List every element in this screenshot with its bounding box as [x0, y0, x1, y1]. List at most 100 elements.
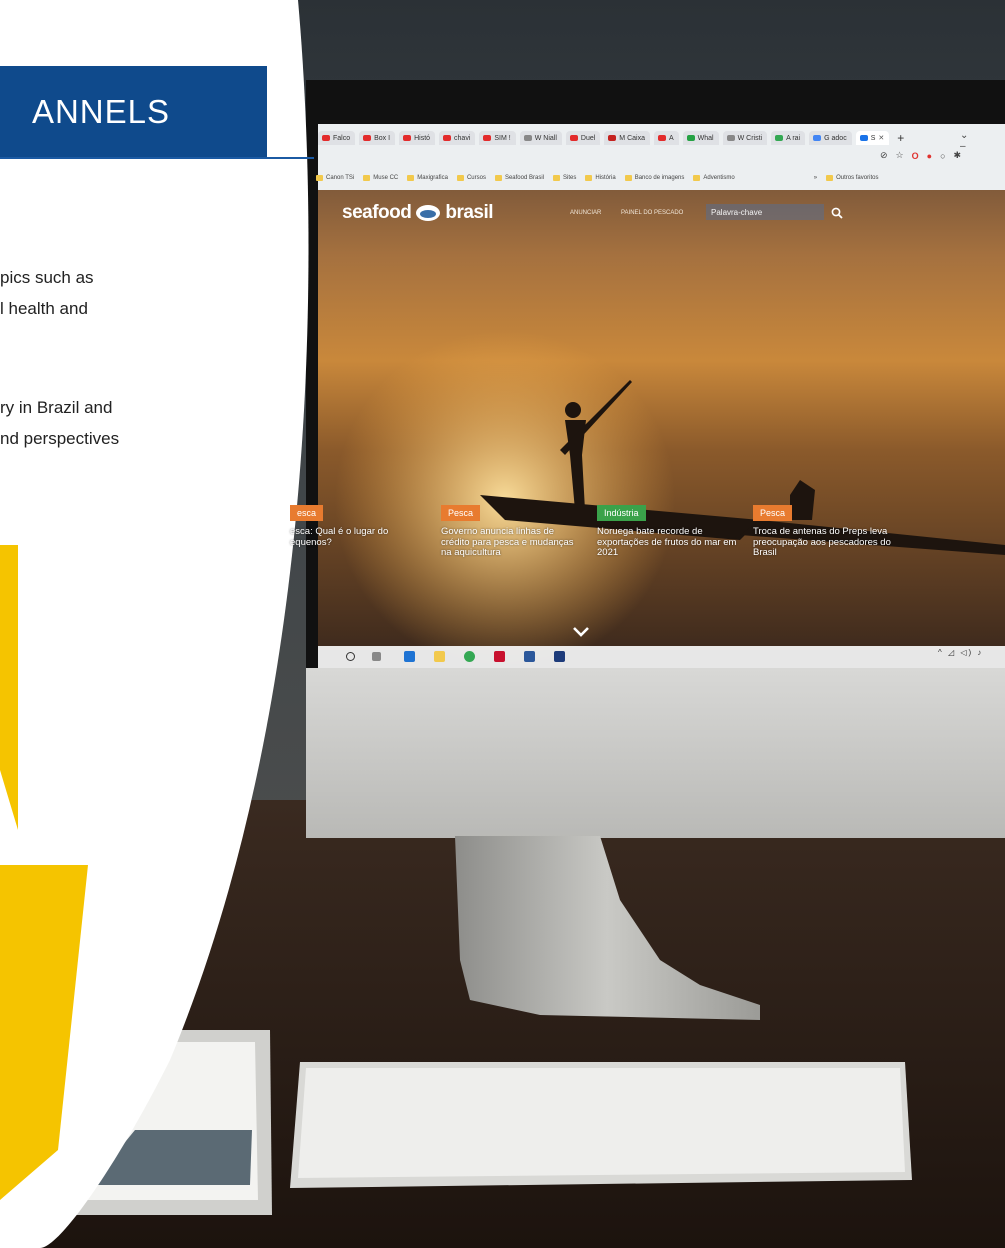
word-icon[interactable] [524, 651, 535, 662]
extension-icon[interactable]: ● [927, 151, 932, 161]
opera-icon[interactable]: O [912, 151, 919, 161]
paragraph-1-line-1: pics such as [0, 268, 94, 287]
bookmark-item[interactable]: Banco de imagens [624, 175, 684, 181]
news-card-title[interactable]: Noruega bate recorde de exportações de f… [597, 526, 737, 559]
browser-tab[interactable]: A rai [771, 131, 806, 145]
toolbar-extensions: ⊘ ☆ O ● ○ ✱ [880, 150, 961, 161]
folder-icon [826, 175, 834, 181]
bookmark-label: Maxigrafica [417, 175, 448, 181]
browser-tab[interactable]: A [653, 131, 679, 145]
favicon-icon [775, 135, 784, 141]
bookmark-item[interactable]: Adventismo [693, 175, 735, 181]
browser-tab[interactable]: Box I [359, 131, 396, 145]
category-badge[interactable]: Pesca [441, 505, 481, 521]
star-icon[interactable]: ☆ [896, 150, 904, 161]
favicon-icon [443, 135, 452, 141]
bookmark-item[interactable]: História [585, 175, 616, 181]
news-card-title[interactable]: Troca de antenas do Preps leva preocupaç… [753, 526, 891, 559]
tab-label: A rai [786, 134, 801, 142]
photoshop-icon[interactable] [554, 651, 565, 662]
search-icon[interactable] [830, 206, 844, 220]
browser-tab[interactable]: chavi [439, 131, 476, 145]
browser-tab[interactable]: Falco [318, 131, 356, 145]
new-tab-button[interactable]: + [897, 131, 904, 145]
bookmark-item[interactable]: Sites [553, 175, 576, 181]
browser-tab[interactable]: Whal [682, 131, 719, 145]
tab-label: SIM ! [494, 134, 511, 142]
browser-tab[interactable]: W Cristi [722, 131, 768, 145]
bookmark-item[interactable]: Seafood Brasil [494, 175, 544, 181]
folder-icon [585, 175, 593, 181]
tab-label: A [668, 134, 674, 142]
tab-label: W Niall [534, 134, 557, 142]
site-header: seafood brasil ANUNCIAR PAINEL DO PESCAD… [330, 196, 890, 232]
tab-label: Falco [333, 134, 351, 142]
tab-label: Duel [580, 134, 596, 142]
puzzle-icon[interactable]: ✱ [954, 150, 962, 161]
bookmark-label: Adventismo [703, 175, 735, 181]
nav-painel-do-pescado[interactable]: PAINEL DO PESCADO [621, 210, 683, 216]
bookmark-item[interactable]: Maxigrafica [407, 175, 448, 181]
scene: ANNELS pics such as l health and ry in B… [0, 0, 1005, 1248]
category-badge[interactable]: Indústria [597, 505, 646, 521]
bookmark-label: Canon TSi [326, 175, 355, 181]
edge-icon[interactable] [404, 651, 415, 662]
browser-tab[interactable]: W Niall [519, 131, 562, 145]
favicon-icon [363, 135, 372, 141]
profile-icon[interactable]: ⊘ [880, 150, 888, 161]
tab-label: G adoc [824, 134, 847, 142]
app-icon[interactable] [494, 651, 505, 662]
adblock-icon[interactable]: ○ [940, 151, 945, 161]
news-card[interactable]: Pesca Troca de antenas do Preps leva pre… [753, 503, 891, 559]
file-explorer-icon[interactable] [434, 651, 445, 662]
favicon-icon [523, 135, 532, 141]
browser-tab[interactable]: Duel [565, 131, 601, 145]
favicon-icon [569, 135, 578, 141]
folder-icon [494, 175, 502, 181]
tab-label: Whal [697, 134, 714, 142]
search-input[interactable] [706, 204, 824, 220]
favicon-icon [483, 135, 492, 141]
bookmark-item[interactable]: Muse CC [363, 175, 398, 181]
folder-icon [316, 175, 323, 181]
bookmark-label: Outros favoritos [836, 175, 879, 181]
bookmark-item[interactable]: Canon TSi [316, 175, 354, 181]
site-logo[interactable]: seafood brasil [342, 202, 494, 224]
news-card[interactable]: Indústria Noruega bate recorde de export… [597, 503, 737, 559]
news-card-title[interactable]: esca: Qual é o lugar do equenos? [290, 526, 390, 548]
browser-tab[interactable]: S ✕ [855, 131, 890, 145]
folder-icon [553, 175, 560, 181]
favicon-icon [322, 135, 330, 141]
chrome-icon[interactable] [464, 651, 475, 662]
category-badge[interactable]: esca [290, 505, 324, 521]
bookmark-label: Cursos [466, 175, 486, 181]
news-card[interactable]: esca esca: Qual é o lugar do equenos? [290, 503, 390, 548]
news-card-title[interactable]: Governo anuncia linhas de crédito para p… [441, 526, 576, 559]
task-view-icon[interactable] [372, 652, 381, 661]
chevron-down-icon[interactable] [572, 626, 590, 638]
search-circle-icon[interactable] [346, 652, 355, 661]
news-card[interactable]: Pesca Governo anuncia linhas de crédito … [441, 503, 576, 559]
browser-tab[interactable]: SIM ! [479, 131, 516, 145]
category-badge[interactable]: Pesca [753, 505, 793, 521]
system-tray[interactable]: ^ ◿ ◁) ♪ [938, 648, 983, 657]
section-heading: ANNELS [0, 66, 267, 158]
other-favorites[interactable]: Outros favoritos [826, 175, 878, 181]
folder-icon [407, 175, 415, 181]
browser-tab-strip: Falco Box I Histó chavi SIM ! W Niall Duel M Ca… [318, 128, 1005, 148]
tab-label: Box I [374, 134, 391, 142]
close-tab-icon[interactable]: ✕ [878, 134, 884, 142]
fish-logo-icon [416, 205, 441, 221]
browser-tab[interactable]: M Caixa [604, 131, 650, 145]
taskbar [318, 646, 1005, 668]
bookmarks-more-button[interactable]: » [814, 175, 817, 181]
logo-text-brasil: brasil [445, 202, 494, 223]
tab-label: W Cristi [737, 134, 763, 142]
nav-anunciar[interactable]: ANUNCIAR [570, 210, 601, 216]
window-controls[interactable]: ⌄ – [960, 130, 1005, 152]
bookmark-item[interactable]: Cursos [456, 175, 486, 181]
tab-label: S [870, 134, 876, 142]
browser-tab[interactable]: G adoc [809, 131, 852, 145]
logo-text-seafood: seafood [342, 202, 412, 223]
browser-tab[interactable]: Histó [399, 131, 436, 145]
